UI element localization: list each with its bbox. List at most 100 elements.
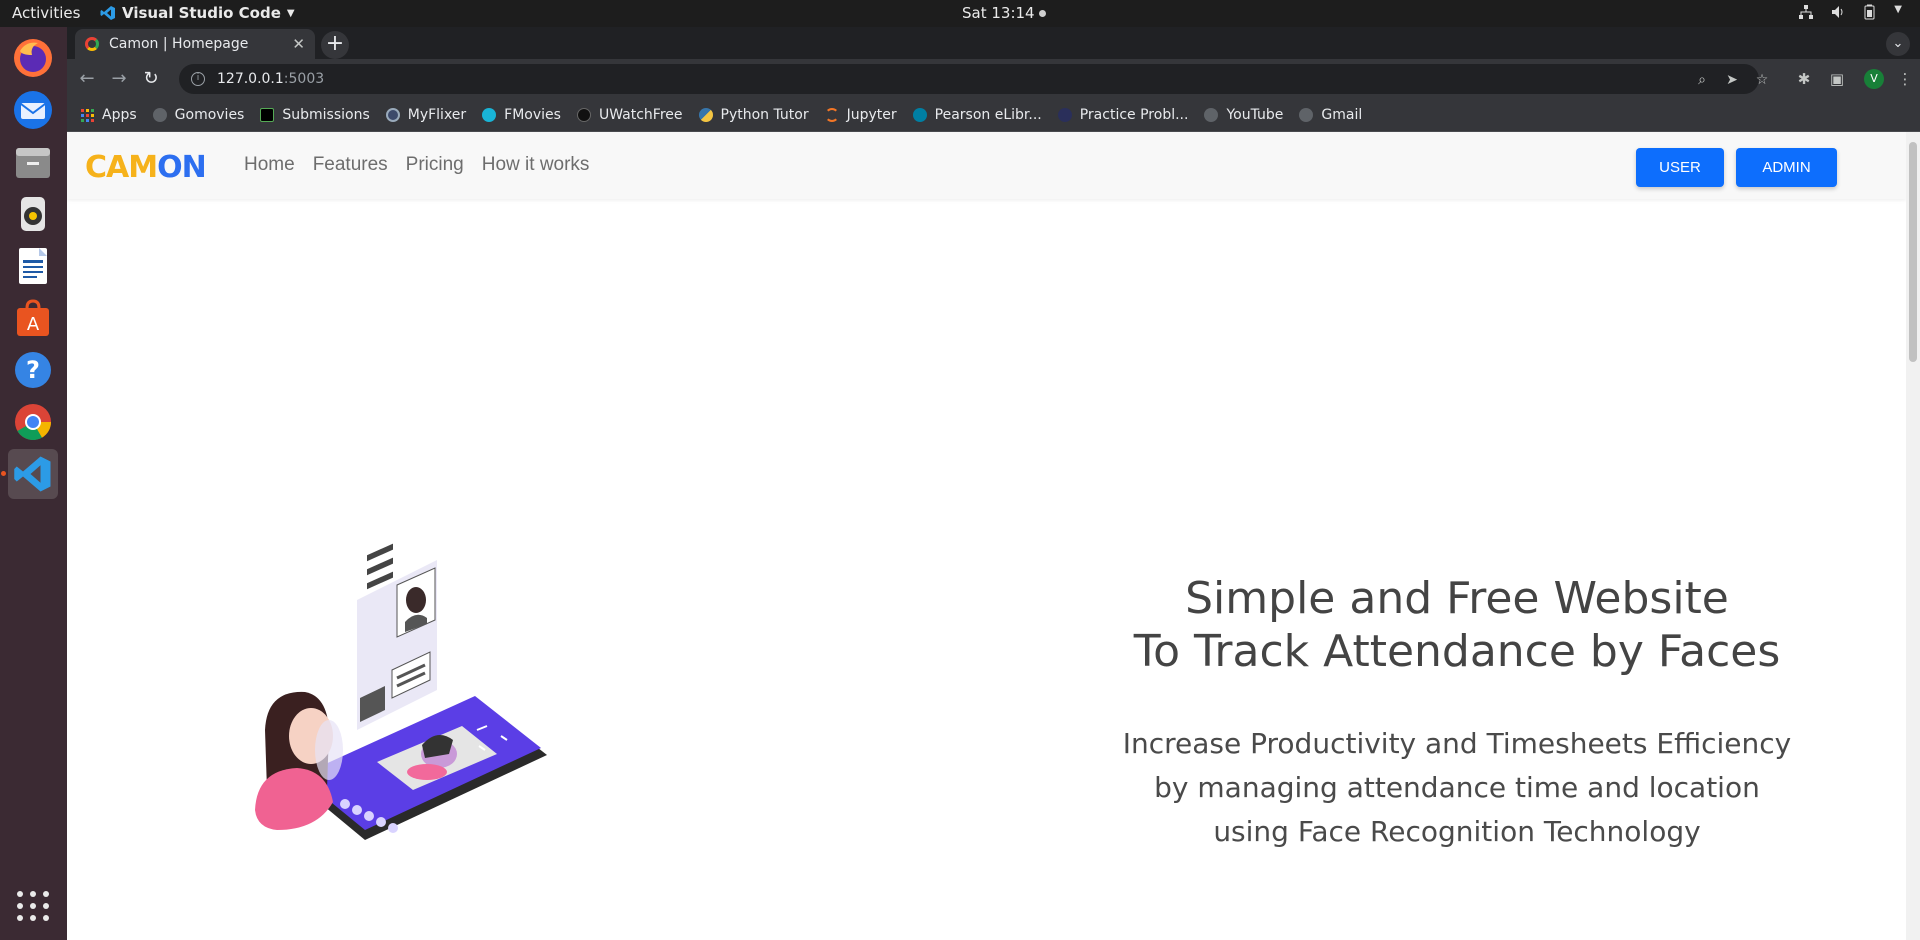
hero-title-line1: Simple and Free Website <box>1185 573 1729 624</box>
bookmark-fmovies[interactable]: FMovies <box>482 107 561 123</box>
rhythmbox-icon <box>21 197 45 231</box>
bookmark-submissions[interactable]: Submissions <box>260 107 370 123</box>
dock-thunderbird[interactable] <box>8 85 58 135</box>
browser-toolbar: ← → ↻ i 127.0.0.1:5003 ⌕ ➤ ☆ ✱ ▣ V ⋮ <box>67 59 1920 99</box>
bookmark-label: MyFlixer <box>407 107 467 123</box>
nav-links: Home Features Pricing How it works <box>244 154 589 176</box>
profile-avatar[interactable]: V <box>1864 69 1884 89</box>
notification-dot-icon <box>1038 10 1046 17</box>
forward-icon[interactable]: → <box>107 67 131 91</box>
software-center-icon: A <box>17 299 49 336</box>
chevron-down-icon: ▼ <box>286 7 295 19</box>
film-reel-icon <box>385 108 400 122</box>
back-icon[interactable]: ← <box>75 67 99 91</box>
dock: A ? <box>0 27 67 940</box>
bookmark-label: Pearson eLibr... <box>934 107 1042 123</box>
help-icon: ? <box>15 352 51 388</box>
running-indicator <box>1 471 6 476</box>
browser-window: Camon | Homepage ✕ + ⌄ ← → ↻ i 127.0.0.1… <box>67 27 1920 132</box>
tab-favicon-icon <box>85 37 99 51</box>
globe-icon <box>1204 108 1219 122</box>
hero-sub-line2: by managing attendance time and location <box>1154 771 1760 804</box>
bookmark-youtube[interactable]: YouTube <box>1204 107 1283 123</box>
dock-software[interactable]: A <box>8 293 58 343</box>
battery-icon <box>1864 4 1875 20</box>
face-recognition-illustration <box>255 543 547 840</box>
bookmark-label: Gmail <box>1321 107 1363 123</box>
globe-icon <box>152 108 167 122</box>
dock-chrome[interactable] <box>8 397 58 447</box>
dock-files[interactable] <box>8 137 58 187</box>
pearson-icon <box>912 108 927 122</box>
play-circle-icon <box>576 108 591 122</box>
bookmark-label: Gomovies <box>174 107 245 123</box>
bookmark-pearson[interactable]: Pearson eLibr... <box>912 107 1042 123</box>
bookmark-gmail[interactable]: Gmail <box>1299 107 1362 123</box>
side-panel-icon[interactable]: ▣ <box>1827 69 1847 89</box>
system-top-bar: Activities Visual Studio Code ▼ Sat 13:1… <box>0 0 1920 27</box>
close-icon[interactable]: ✕ <box>292 35 305 53</box>
bookmark-label: Practice Probl... <box>1079 107 1189 123</box>
bookmark-practice-problems[interactable]: Practice Probl... <box>1057 107 1189 123</box>
logo-text-part1: CAM <box>85 150 158 185</box>
site-navbar: CAMON Home Features Pricing How it works… <box>67 132 1906 199</box>
nav-features[interactable]: Features <box>313 154 388 176</box>
hero-title-line2: To Track Attendance by Faces <box>1133 626 1781 677</box>
bookmark-label: YouTube <box>1226 107 1284 123</box>
bookmark-jupyter[interactable]: Jupyter <box>824 107 897 123</box>
dock-help[interactable]: ? <box>8 345 58 395</box>
new-tab-button[interactable]: + <box>321 31 349 59</box>
bookmark-myflixer[interactable]: MyFlixer <box>385 107 467 123</box>
bookmark-uwatchfree[interactable]: UWatchFree <box>576 107 683 123</box>
nav-how-it-works[interactable]: How it works <box>482 154 590 176</box>
site-logo[interactable]: CAMON <box>85 150 207 185</box>
system-tray[interactable]: ▼ <box>1798 4 1902 20</box>
submissions-favicon-icon <box>260 108 275 122</box>
activities-button[interactable]: Activities <box>12 4 80 22</box>
power-menu-chevron-icon: ▼ <box>1894 4 1902 15</box>
tab-title: Camon | Homepage <box>109 36 249 52</box>
bookmark-label: Jupyter <box>846 107 897 123</box>
web-page: CAMON Home Features Pricing How it works… <box>67 132 1920 940</box>
svg-text:A: A <box>27 314 40 335</box>
more-menu-icon[interactable]: ⋮ <box>1895 69 1915 89</box>
nav-home[interactable]: Home <box>244 154 295 176</box>
app-menu[interactable]: Visual Studio Code ▼ <box>100 4 295 22</box>
apps-grid-icon <box>81 108 94 122</box>
practice-favicon-icon <box>1057 108 1072 122</box>
user-button[interactable]: USER <box>1636 148 1724 187</box>
files-icon <box>16 148 50 178</box>
dock-writer[interactable] <box>8 241 58 291</box>
browser-tab[interactable]: Camon | Homepage ✕ <box>75 29 315 59</box>
zoom-icon[interactable]: ⌕ <box>1693 71 1711 89</box>
reload-icon[interactable]: ↻ <box>139 67 163 91</box>
dock-vscode[interactable] <box>8 449 58 499</box>
logo-text-part2: ON <box>157 150 207 185</box>
extensions-icon[interactable]: ✱ <box>1794 69 1814 89</box>
bookmark-gomovies[interactable]: Gomovies <box>152 107 245 123</box>
thunderbird-icon <box>14 91 52 129</box>
page-scrollbar[interactable] <box>1906 132 1920 940</box>
bookmark-apps[interactable]: Apps <box>81 107 137 123</box>
send-icon[interactable]: ➤ <box>1723 71 1741 89</box>
bookmark-python-tutor[interactable]: Python Tutor <box>698 107 809 123</box>
dock-firefox[interactable] <box>8 33 58 83</box>
scrollbar-thumb[interactable] <box>1909 142 1917 362</box>
dock-rhythmbox[interactable] <box>8 189 58 239</box>
site-info-icon[interactable]: i <box>191 72 205 86</box>
globe-icon <box>1299 108 1314 122</box>
clock[interactable]: Sat 13:14 <box>962 4 1046 22</box>
python-icon <box>698 108 713 122</box>
bookmark-star-icon[interactable]: ☆ <box>1753 71 1771 89</box>
admin-button[interactable]: ADMIN <box>1736 148 1837 187</box>
show-applications-button[interactable] <box>8 881 58 931</box>
url-host: 127.0.0.1 <box>217 71 284 87</box>
bookmarks-bar: Apps Gomovies Submissions MyFlixer FMovi… <box>67 99 1920 132</box>
tab-strip: Camon | Homepage ✕ + ⌄ <box>67 27 1920 59</box>
vscode-icon <box>14 456 51 492</box>
hero-title: Simple and Free Website To Track Attenda… <box>1027 572 1887 678</box>
tab-search-button[interactable]: ⌄ <box>1886 32 1910 56</box>
address-bar[interactable]: i 127.0.0.1:5003 ⌕ ➤ ☆ <box>179 64 1768 94</box>
nav-pricing[interactable]: Pricing <box>406 154 464 176</box>
bookmark-label: Python Tutor <box>720 107 809 123</box>
